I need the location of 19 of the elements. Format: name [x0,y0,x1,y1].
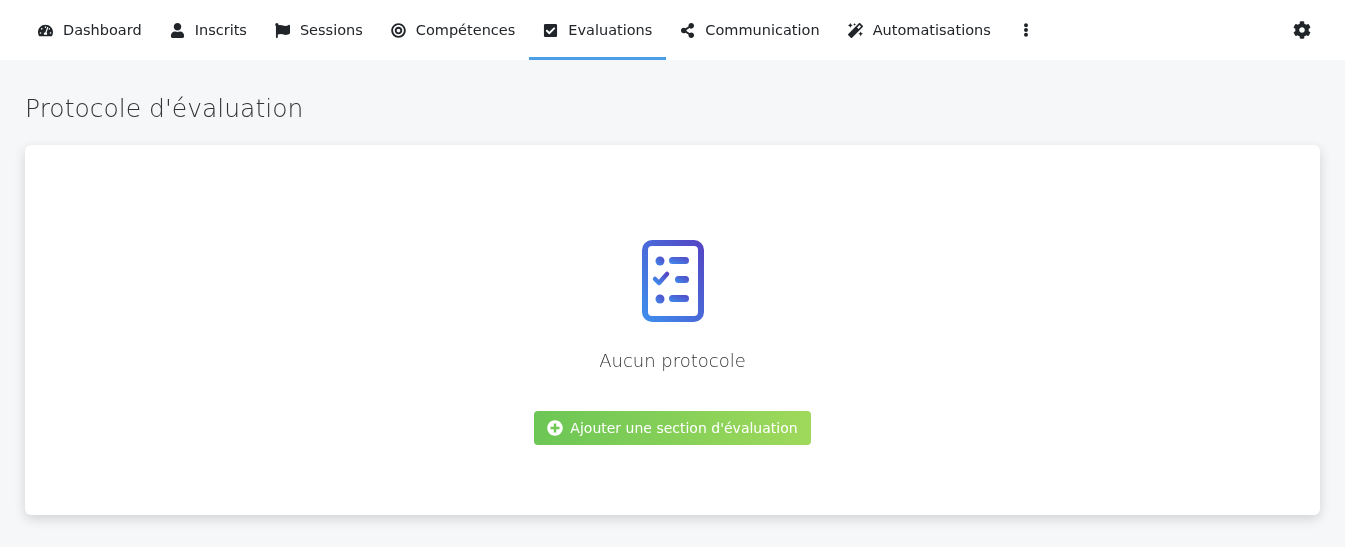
nav-tab[interactable]: Communication [666,0,834,60]
gauge-icon [38,22,53,38]
nav-tab[interactable]: Inscrits [155,0,261,60]
settings-icon [1293,21,1311,39]
nav-tab[interactable]: Dashboard [24,0,156,60]
nav-tab[interactable]: Evaluations [529,0,667,60]
share-icon [680,22,696,38]
nav-tab[interactable]: Automatisations [833,0,1005,60]
flag-icon [274,22,290,38]
nav-tab[interactable]: Sessions [260,0,377,60]
magic-wand-icon [847,22,863,38]
empty-message: Aucun protocole [599,350,746,371]
target-icon [390,22,406,38]
page-title: Protocole d'évaluation [25,94,305,123]
user-icon [169,22,185,38]
checkbox-icon [543,22,559,38]
nav-tab[interactable]: Compétences [376,0,530,60]
plus-icon [547,420,564,436]
checklist-icon [641,240,704,322]
